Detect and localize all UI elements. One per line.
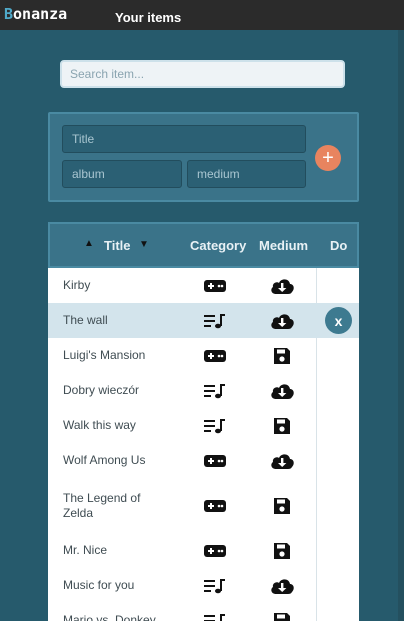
music-icon (204, 313, 226, 329)
row-title: Mr. Nice (63, 543, 108, 557)
add-item-panel: + (48, 112, 359, 202)
music-icon (204, 383, 226, 399)
gamepad-icon (203, 453, 227, 469)
table-row[interactable]: Mario vs. Donkey (48, 603, 316, 621)
row-title: Luigi's Mansion (63, 348, 146, 362)
cloud-download-icon (269, 577, 295, 595)
brand-logo[interactable]: Bonanza (4, 5, 67, 23)
music-icon (204, 578, 226, 594)
table-row[interactable]: The Legend of Zelda (48, 478, 316, 533)
row-title: The Legend of Zelda (63, 490, 141, 520)
floppy-disk-icon (273, 542, 291, 560)
column-header-do: Do (330, 238, 348, 253)
cloud-download-icon (269, 382, 295, 400)
table-row[interactable]: Walk this way (48, 408, 316, 443)
items-table: ▲ Title ▼ Category Medium Do Kirby The wa… (48, 222, 359, 621)
row-title: Wolf Among Us (63, 453, 146, 467)
sort-descending-icon[interactable]: ▼ (139, 239, 149, 250)
row-title: The wall (63, 313, 108, 327)
row-title: Walk this way (63, 418, 136, 432)
row-title: Music for you (63, 578, 135, 592)
cloud-download-icon (269, 452, 295, 470)
brand-initial: B (4, 5, 14, 23)
search-input[interactable] (60, 60, 345, 88)
column-header-category[interactable]: Category (190, 238, 246, 253)
floppy-disk-icon (273, 497, 291, 515)
sort-ascending-icon[interactable]: ▲ (84, 238, 94, 249)
music-icon (204, 613, 226, 621)
gamepad-icon (203, 348, 227, 364)
table-row[interactable]: Luigi's Mansion (48, 338, 316, 373)
gamepad-icon (203, 498, 227, 514)
cloud-download-icon (269, 277, 295, 295)
floppy-disk-icon (273, 417, 291, 435)
row-title: Mario vs. Donkey (63, 613, 156, 621)
table-header: ▲ Title ▼ Category Medium Do (48, 222, 359, 268)
table-row[interactable]: Mr. Nice (48, 533, 316, 568)
add-item-button[interactable]: + (315, 145, 341, 171)
floppy-disk-icon (273, 612, 291, 621)
row-title: Kirby (63, 278, 91, 292)
floppy-disk-icon (273, 347, 291, 365)
column-header-title[interactable]: Title (104, 238, 131, 253)
album-field[interactable] (62, 160, 182, 188)
music-icon (204, 418, 226, 434)
scrollbar[interactable] (398, 30, 404, 621)
brand-name: onanza (13, 5, 68, 23)
table-body: Kirby The wall x Luigi's Mansion Dobry wiecz… (48, 268, 359, 621)
table-row[interactable]: Wolf Among Us (48, 443, 316, 478)
table-row[interactable]: Music for you (48, 568, 316, 603)
gamepad-icon (203, 543, 227, 559)
title-field[interactable] (62, 125, 306, 153)
table-row[interactable]: Dobry wieczór (48, 373, 316, 408)
gamepad-icon (203, 278, 227, 294)
cloud-download-icon (269, 312, 295, 330)
table-row[interactable]: The wall x (48, 303, 359, 338)
table-row[interactable]: Kirby (48, 268, 316, 303)
medium-field[interactable] (187, 160, 306, 188)
delete-row-button[interactable]: x (325, 307, 352, 334)
row-title: Dobry wieczór (63, 383, 140, 397)
top-bar: Bonanza Your items (0, 0, 404, 30)
nav-your-items[interactable]: Your items (115, 10, 181, 25)
column-header-medium[interactable]: Medium (259, 238, 308, 253)
